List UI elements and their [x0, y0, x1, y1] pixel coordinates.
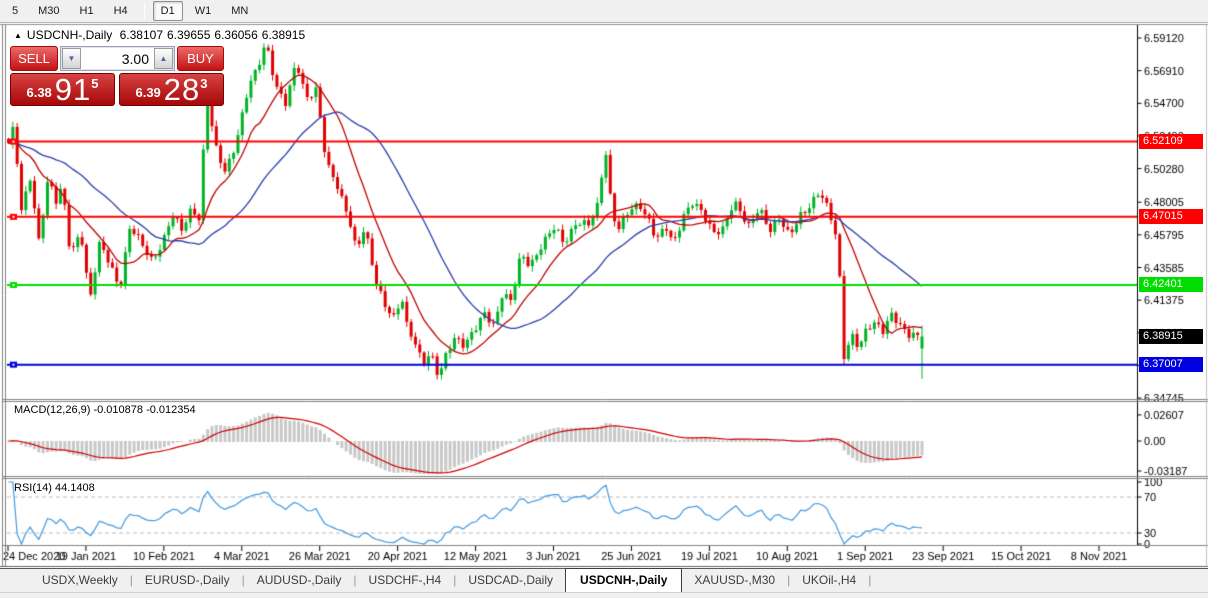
- ohlc-high: 6.39655: [167, 28, 211, 42]
- volume-input[interactable]: [81, 48, 154, 69]
- macd-indicator-label: MACD(12,26,9) -0.010878 -0.012354: [14, 404, 196, 416]
- tab-separator: |: [868, 573, 872, 587]
- hline-price-label: 6.37007: [1139, 357, 1203, 373]
- status-bar: [0, 592, 1208, 598]
- sell-button[interactable]: SELL: [10, 46, 58, 71]
- hline-price-label: 6.47015: [1139, 209, 1203, 225]
- hline-price-label: 6.52109: [1139, 134, 1203, 150]
- volume-stepper: ▼ ▲: [60, 46, 175, 71]
- timeframe-button-d1[interactable]: D1: [152, 1, 183, 21]
- timeframe-button-w1[interactable]: W1: [187, 1, 220, 21]
- collapse-icon[interactable]: ▲: [14, 31, 22, 40]
- sell-price-prefix: 6.38: [26, 85, 52, 100]
- tab-usdchf-h4[interactable]: USDCHF-,H4: [357, 569, 454, 591]
- one-click-trading-panel: SELL ▼ ▲ BUY 6.38 91 5 6.39 28 3: [10, 46, 224, 106]
- ohlc-close: 6.38915: [261, 28, 306, 42]
- buy-price-prefix: 6.39: [135, 85, 161, 100]
- buy-button[interactable]: BUY: [177, 46, 224, 71]
- timeframe-button-h1[interactable]: H1: [72, 1, 102, 21]
- buy-price-big: 28: [163, 73, 201, 106]
- chevron-down-icon: ▼: [67, 53, 76, 63]
- tab-eurusd-daily[interactable]: EURUSD-,Daily: [133, 569, 242, 591]
- buy-price-display[interactable]: 6.39 28 3: [119, 73, 224, 106]
- timeframe-toolbar: 5 M30 H1 H4 D1 W1 MN: [0, 0, 1208, 23]
- terminal-window: 5 M30 H1 H4 D1 W1 MN ▲ USDCNH-,Daily 6.38107 6.3…: [0, 0, 1208, 598]
- current-price-label: 6.38915: [1139, 328, 1203, 344]
- chart-title: ▲ USDCNH-,Daily 6.38107 6.39655 6.36056 6.38…: [14, 28, 309, 42]
- buy-price-sup: 3: [200, 76, 208, 91]
- tab-xauusd-m30[interactable]: XAUUSD-,M30: [682, 569, 787, 591]
- chevron-up-icon: ▲: [159, 53, 168, 63]
- tab-usdcnh-daily[interactable]: USDCNH-,Daily: [565, 568, 683, 592]
- tab-usdx-weekly[interactable]: USDX,Weekly: [30, 569, 130, 591]
- timeframe-button-mn[interactable]: MN: [223, 1, 256, 21]
- sell-price-display[interactable]: 6.38 91 5: [10, 73, 115, 106]
- sell-price-big: 91: [54, 73, 92, 106]
- rsi-indicator-label: RSI(14) 44.1408: [14, 482, 95, 494]
- volume-increase-button[interactable]: ▲: [154, 48, 173, 69]
- timeframe-button-m30[interactable]: M30: [30, 1, 67, 21]
- timeframe-button-5[interactable]: 5: [4, 1, 26, 21]
- toolbar-separator: [143, 3, 145, 19]
- timeframe-button-h4[interactable]: H4: [106, 1, 136, 21]
- ohlc-open: 6.38107: [119, 28, 163, 42]
- ohlc-low: 6.36056: [214, 28, 258, 42]
- tab-usdcad-daily[interactable]: USDCAD-,Daily: [456, 569, 565, 591]
- tab-audusd-daily[interactable]: AUDUSD-,Daily: [245, 569, 354, 591]
- sell-price-sup: 5: [91, 76, 99, 91]
- tab-ukoil-h4[interactable]: UKOil-,H4: [790, 569, 868, 591]
- volume-decrease-button[interactable]: ▼: [62, 48, 81, 69]
- hline-price-label: 6.42401: [1139, 277, 1203, 293]
- chart-symbol-label: USDCNH-,Daily: [26, 28, 113, 42]
- chart-tabbar: USDX,Weekly | EURUSD-,Daily | AUDUSD-,Daily |…: [0, 568, 1208, 592]
